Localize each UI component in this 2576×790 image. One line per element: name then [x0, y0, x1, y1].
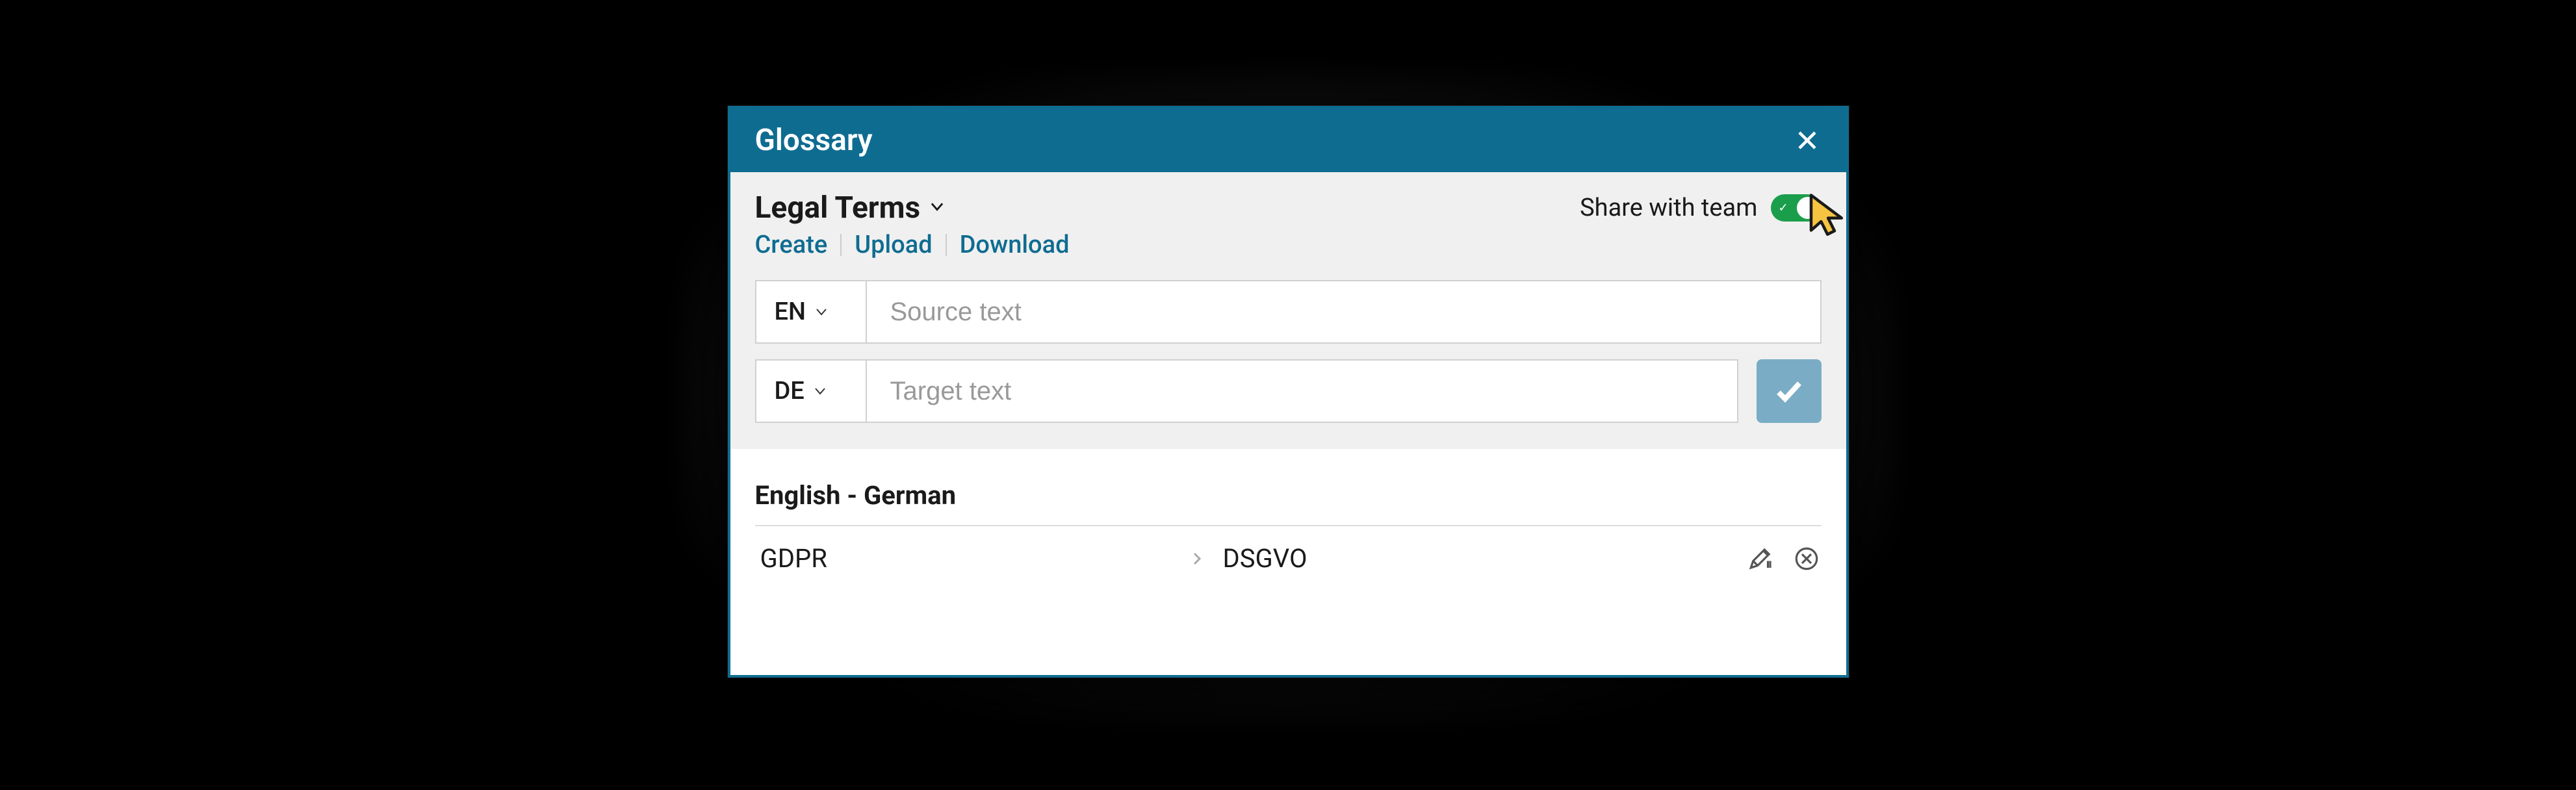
download-link[interactable]: Download [960, 231, 1070, 259]
source-input-row: EN [755, 280, 1822, 344]
glossary-selector[interactable]: Legal Terms [755, 190, 947, 225]
chevron-down-icon [814, 304, 829, 320]
delete-circle-icon [1793, 545, 1820, 572]
edit-icon [1747, 545, 1775, 572]
source-lang-selector[interactable]: EN [755, 280, 866, 344]
target-input-row: DE [755, 359, 1738, 423]
check-icon: ✓ [1779, 201, 1788, 215]
close-button[interactable] [1793, 126, 1822, 155]
modal-title: Glossary [755, 123, 873, 158]
entry-row: GDPR DSGVO [755, 526, 1822, 591]
entry-actions [1746, 544, 1822, 574]
glossary-modal: Glossary Legal Terms Share wi [728, 106, 1849, 678]
close-icon [1796, 129, 1819, 152]
check-icon [1773, 376, 1805, 407]
share-group: Share with team ✓ [1580, 194, 1821, 222]
source-lang-code: EN [775, 298, 806, 326]
create-link[interactable]: Create [755, 231, 828, 259]
chevron-down-icon [812, 383, 828, 399]
language-pair-header: English - German [755, 480, 1822, 526]
source-text-input[interactable] [866, 280, 1822, 344]
arrow-right-icon [1171, 551, 1223, 567]
modal-header: Glossary [730, 108, 1846, 172]
add-entry-button[interactable] [1757, 359, 1822, 423]
entries-section: English - German GDPR DSGVO [730, 449, 1846, 675]
edit-entry-button[interactable] [1746, 544, 1776, 574]
target-lang-selector[interactable]: DE [755, 359, 866, 423]
controls-section: Legal Terms Share with team ✓ [730, 172, 1846, 449]
share-toggle[interactable]: ✓ [1771, 194, 1822, 222]
upload-link[interactable]: Upload [855, 231, 932, 259]
action-links: Create Upload Download [755, 231, 1822, 259]
chevron-down-icon [928, 198, 946, 218]
delete-entry-button[interactable] [1792, 544, 1822, 574]
divider [946, 234, 947, 256]
share-label: Share with team [1580, 194, 1757, 222]
divider [840, 234, 842, 256]
target-lang-code: DE [775, 377, 805, 405]
entry-source-term: GDPR [755, 543, 1171, 574]
toggle-knob [1797, 197, 1819, 219]
entry-target-term: DSGVO [1223, 543, 1746, 574]
glossary-name-label: Legal Terms [755, 190, 921, 225]
target-text-input[interactable] [866, 359, 1738, 423]
